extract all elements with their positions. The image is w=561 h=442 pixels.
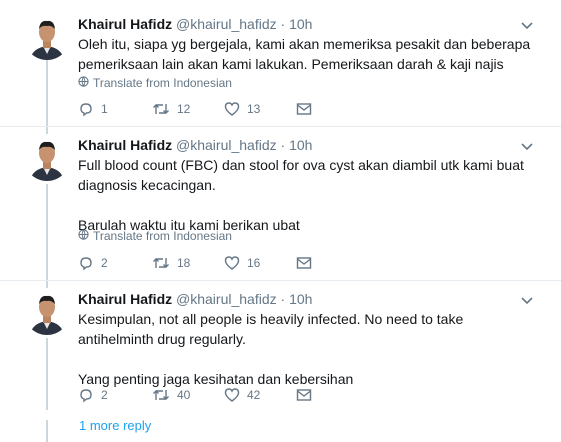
chevron-down-icon[interactable] (520, 18, 534, 32)
tweet-paragraph: Yang penting jaga kesihatan dan kebersih… (78, 371, 354, 387)
author-handle[interactable]: @khairul_hafidz (176, 137, 277, 153)
more-replies-link[interactable]: 1 more reply (79, 418, 151, 433)
translate-label: Translate from Indonesian (93, 229, 232, 243)
heart-icon (224, 101, 240, 117)
like-count: 42 (247, 388, 261, 402)
author-handle[interactable]: @khairul_hafidz (176, 291, 277, 307)
tweet-text: Kesimpulan, not all people is heavily in… (78, 309, 538, 389)
reply-button[interactable]: 2 (78, 387, 152, 403)
author-handle[interactable]: @khairul_hafidz (176, 16, 277, 32)
like-button[interactable]: 16 (224, 255, 296, 271)
retweet-count: 18 (177, 256, 191, 270)
reply-count: 2 (101, 256, 108, 270)
avatar[interactable] (24, 289, 70, 335)
dm-button[interactable] (296, 388, 312, 402)
retweet-button[interactable]: 12 (152, 101, 224, 117)
tweet-paragraph: Kesimpulan, not all people is heavily in… (78, 311, 464, 347)
retweet-icon (152, 387, 170, 403)
translate-link[interactable]: Translate from Indonesian (78, 76, 232, 90)
author-name[interactable]: Khairul Hafidz (78, 291, 172, 307)
separator-dot: · (280, 16, 286, 32)
heart-icon (224, 387, 240, 403)
like-button[interactable]: 13 (224, 101, 296, 117)
divider (0, 280, 561, 281)
reply-button[interactable]: 2 (78, 255, 152, 271)
heart-icon (224, 255, 240, 271)
tweet-header: Khairul Hafidz @khairul_hafidz · 10h (78, 137, 312, 153)
tweet-paragraph: Full blood count (FBC) dan stool for ova… (78, 157, 524, 193)
envelope-icon (296, 388, 312, 402)
tweet[interactable]: Khairul Hafidz @khairul_hafidz · 10h Ole… (0, 14, 561, 124)
tweet-paragraph: Oleh itu, siapa yg bergejala, kami akan … (78, 36, 531, 72)
reply-count: 1 (101, 102, 108, 116)
chevron-down-icon[interactable] (520, 139, 534, 153)
author-name[interactable]: Khairul Hafidz (78, 16, 172, 32)
separator-dot: · (280, 137, 286, 153)
chevron-down-icon[interactable] (520, 293, 534, 307)
thread-line (46, 420, 48, 442)
like-count: 13 (247, 102, 261, 116)
timestamp[interactable]: 10h (289, 137, 312, 153)
timestamp[interactable]: 10h (289, 291, 312, 307)
tweet-actions: 2 40 42 (78, 387, 312, 403)
tweet-header: Khairul Hafidz @khairul_hafidz · 10h (78, 16, 312, 32)
author-name[interactable]: Khairul Hafidz (78, 137, 172, 153)
tweet-text: Full blood count (FBC) dan stool for ova… (78, 155, 538, 235)
envelope-icon (296, 102, 312, 116)
avatar[interactable] (24, 14, 70, 60)
tweet[interactable]: Khairul Hafidz @khairul_hafidz · 10h Kes… (0, 289, 561, 409)
like-count: 16 (247, 256, 261, 270)
translate-link[interactable]: Translate from Indonesian (78, 229, 232, 243)
like-button[interactable]: 42 (224, 387, 296, 403)
avatar[interactable] (24, 135, 70, 181)
translate-label: Translate from Indonesian (93, 76, 232, 90)
retweet-count: 40 (177, 388, 191, 402)
tweet-text: Oleh itu, siapa yg bergejala, kami akan … (78, 34, 538, 74)
reply-button[interactable]: 1 (78, 101, 152, 117)
tweet-actions: 1 12 13 (78, 101, 312, 117)
globe-icon (78, 76, 89, 90)
dm-button[interactable] (296, 102, 312, 116)
retweet-button[interactable]: 40 (152, 387, 224, 403)
tweet-header: Khairul Hafidz @khairul_hafidz · 10h (78, 291, 312, 307)
retweet-count: 12 (177, 102, 191, 116)
reply-count: 2 (101, 388, 108, 402)
timestamp[interactable]: 10h (289, 16, 312, 32)
divider (0, 126, 561, 127)
reply-icon (78, 387, 94, 403)
retweet-button[interactable]: 18 (152, 255, 224, 271)
retweet-icon (152, 255, 170, 271)
reply-icon (78, 101, 94, 117)
reply-icon (78, 255, 94, 271)
globe-icon (78, 229, 89, 243)
envelope-icon (296, 256, 312, 270)
tweet[interactable]: Khairul Hafidz @khairul_hafidz · 10h Ful… (0, 135, 561, 275)
tweet-actions: 2 18 16 (78, 255, 312, 271)
dm-button[interactable] (296, 256, 312, 270)
separator-dot: · (280, 291, 286, 307)
retweet-icon (152, 101, 170, 117)
